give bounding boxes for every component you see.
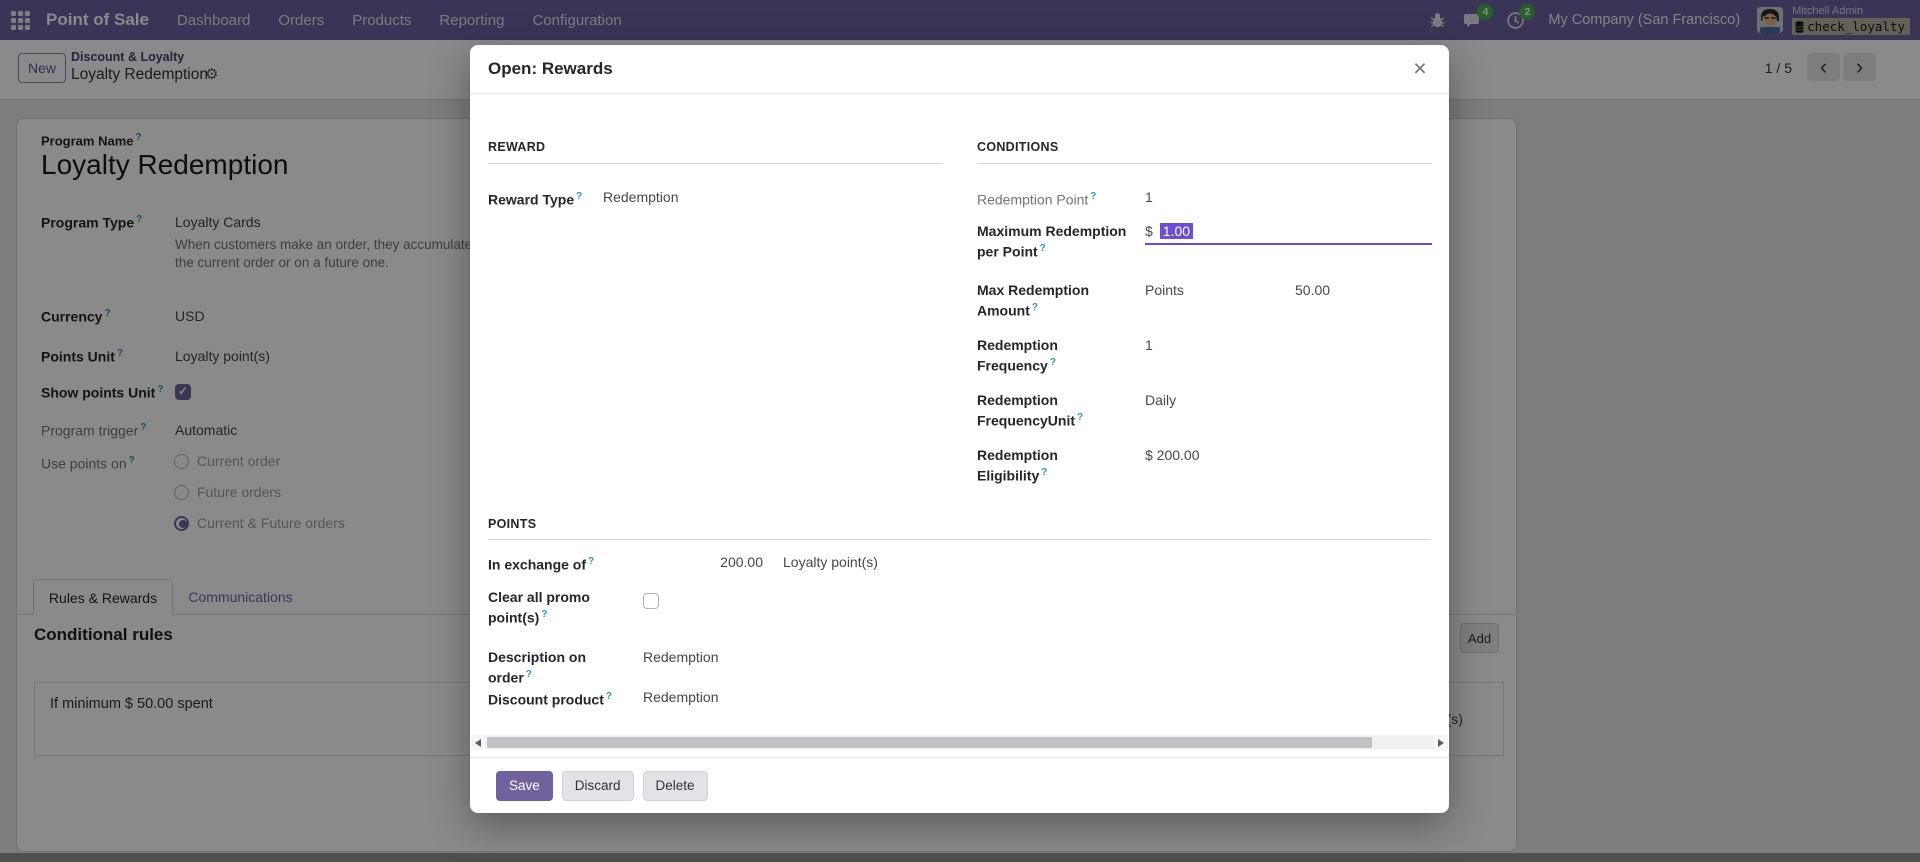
- redemption-frequency-label: Redemption Frequency?: [977, 336, 1145, 375]
- open-rewards-dialog: Open: Rewards REWARD CONDITIONS Reward T…: [470, 45, 1449, 813]
- section-reward: REWARD: [488, 140, 943, 164]
- in-exchange-row: In exchange of? 200.00 Loyalty point(s): [488, 553, 878, 574]
- max-redemption-per-point-row: Maximum Redemption per Point? $1.00: [977, 222, 1193, 261]
- max-redemption-amount-label: Max Redemption Amount?: [977, 281, 1145, 320]
- redemption-eligibility-value[interactable]: $ 200.00: [1145, 446, 1200, 464]
- help-icon: ?: [1041, 467, 1047, 478]
- section-points: POINTS: [488, 517, 1431, 540]
- discard-button[interactable]: Discard: [562, 771, 634, 801]
- reward-type-row: Reward Type? Redemption: [488, 188, 679, 209]
- save-button[interactable]: Save: [496, 771, 553, 801]
- help-icon: ?: [588, 556, 594, 567]
- scrollbar-thumb[interactable]: [487, 737, 1372, 748]
- max-redemption-amount-row: Max Redemption Amount? Points 50.00: [977, 281, 1330, 320]
- clear-promo-checkbox[interactable]: [643, 593, 659, 609]
- max-redemption-amount-value[interactable]: 50.00: [1295, 281, 1330, 299]
- redemption-point-label: Redemption Point?: [977, 188, 1145, 209]
- clear-promo-label: Clear all promo point(s)?: [488, 588, 643, 627]
- reward-type-value[interactable]: Redemption: [603, 188, 679, 206]
- close-icon[interactable]: [1405, 53, 1435, 83]
- description-on-order-value[interactable]: Redemption: [643, 648, 719, 666]
- delete-button[interactable]: Delete: [643, 771, 708, 801]
- help-icon: ?: [526, 669, 532, 680]
- description-on-order-row: Description on order? Redemption: [488, 648, 719, 687]
- section-conditions: CONDITIONS: [977, 140, 1432, 164]
- dialog-header: Open: Rewards: [470, 45, 1449, 94]
- scroll-right-icon[interactable]: [1434, 735, 1448, 750]
- help-icon: ?: [1032, 302, 1038, 313]
- currency-symbol: $: [1145, 223, 1153, 239]
- discount-product-value[interactable]: Redemption: [643, 688, 719, 706]
- help-icon: ?: [1077, 412, 1083, 423]
- redemption-frequency-value[interactable]: 1: [1145, 336, 1153, 354]
- dialog-footer: Save Discard Delete: [470, 757, 1449, 813]
- redemption-frequency-unit-row: Redemption FrequencyUnit? Daily: [977, 391, 1176, 430]
- help-icon: ?: [576, 191, 582, 202]
- help-icon: ?: [1040, 243, 1046, 254]
- discount-product-label: Discount product?: [488, 688, 643, 709]
- help-icon: ?: [606, 691, 612, 702]
- redemption-frequency-unit-value[interactable]: Daily: [1145, 391, 1176, 409]
- redemption-frequency-row: Redemption Frequency? 1: [977, 336, 1153, 375]
- max-redemption-per-point-field[interactable]: $1.00: [1145, 222, 1193, 240]
- in-exchange-unit: Loyalty point(s): [783, 553, 878, 571]
- max-redemption-per-point-input[interactable]: 1.00: [1160, 223, 1193, 239]
- help-icon: ?: [1090, 191, 1096, 202]
- help-icon: ?: [541, 609, 547, 620]
- clear-promo-row: Clear all promo point(s)?: [488, 588, 643, 627]
- modal-horizontal-scrollbar[interactable]: [471, 735, 1448, 750]
- description-on-order-label: Description on order?: [488, 648, 643, 687]
- redemption-point-row: Redemption Point? 1: [977, 188, 1153, 209]
- in-exchange-label: In exchange of?: [488, 553, 643, 574]
- help-icon: ?: [1050, 357, 1056, 368]
- dialog-title: Open: Rewards: [488, 59, 613, 79]
- focused-input-underline: [1145, 243, 1432, 245]
- scrollbar-track[interactable]: [485, 736, 1434, 749]
- redemption-eligibility-row: Redemption Eligibility? $ 200.00: [977, 446, 1200, 485]
- redemption-eligibility-label: Redemption Eligibility?: [977, 446, 1145, 485]
- max-redemption-per-point-label: Maximum Redemption per Point?: [977, 222, 1145, 261]
- in-exchange-value[interactable]: 200.00: [643, 553, 763, 571]
- max-redemption-amount-type[interactable]: Points: [1145, 281, 1295, 299]
- discount-product-row: Discount product? Redemption: [488, 688, 719, 709]
- redemption-point-value: 1: [1145, 188, 1153, 206]
- reward-type-label: Reward Type?: [488, 188, 603, 209]
- scroll-left-icon[interactable]: [471, 735, 485, 750]
- redemption-frequency-unit-label: Redemption FrequencyUnit?: [977, 391, 1145, 430]
